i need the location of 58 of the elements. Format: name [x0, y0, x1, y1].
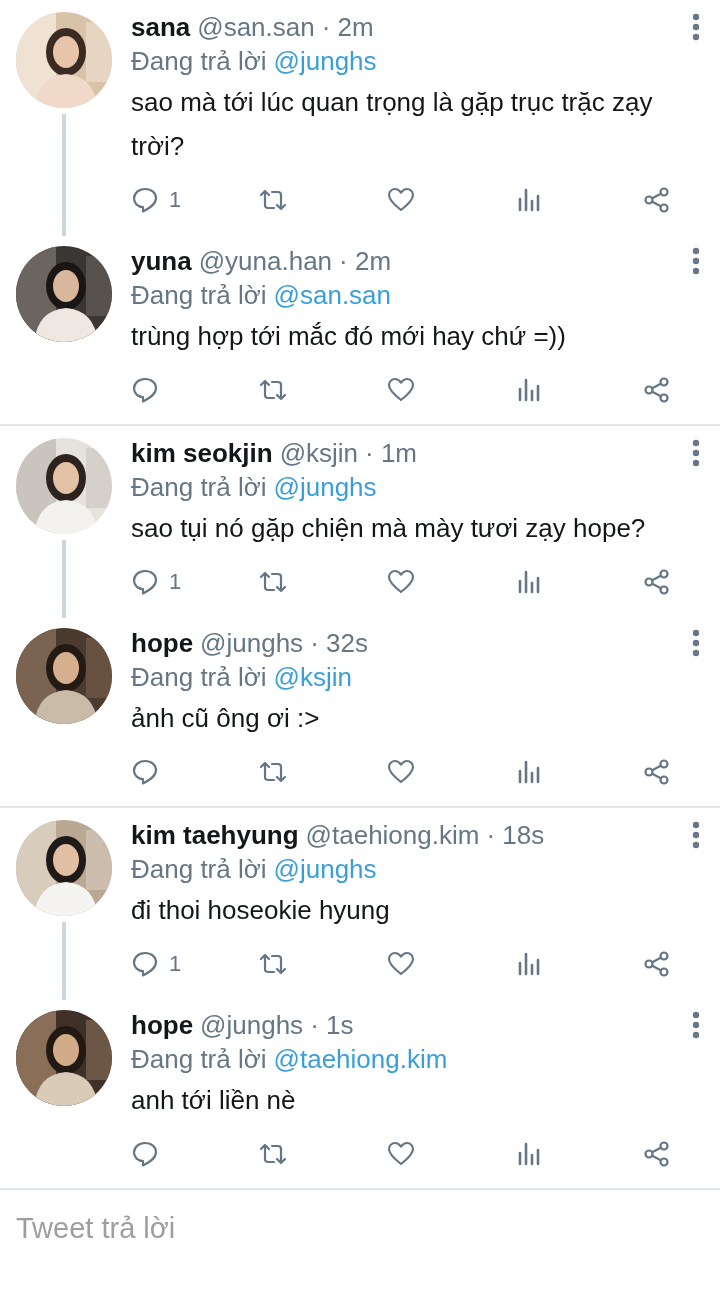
user-handle: @san.san	[197, 11, 315, 43]
share-icon[interactable]	[643, 376, 671, 404]
reply-count: 1	[169, 569, 182, 595]
user-name[interactable]: sana	[131, 11, 191, 43]
replying-to-label: Đang trả lời	[131, 1043, 267, 1075]
reply-icon[interactable]	[131, 186, 159, 214]
share-icon[interactable]	[643, 758, 671, 786]
replying-to-label: Đang trả lời	[131, 471, 267, 503]
replying-to-label: Đang trả lời	[131, 45, 267, 77]
user-handle: @junghs	[200, 1009, 304, 1041]
timestamp: · 18s	[486, 819, 545, 851]
tweet-text: anh tới liền nè	[131, 1084, 297, 1117]
share-icon[interactable]	[643, 568, 671, 596]
tweet-text: ảnh cũ ông ơi :>	[131, 702, 321, 735]
replying-to-label: Đang trả lời	[131, 853, 267, 885]
tweet-text: trùng hợp tới mắc đó mới hay chứ =))	[131, 320, 567, 353]
more-icon[interactable]	[692, 13, 700, 41]
timestamp: · 2m	[339, 245, 392, 277]
user-handle: @taehiong.kim	[305, 819, 480, 851]
more-icon[interactable]	[692, 1011, 700, 1039]
user-name[interactable]: hope	[131, 1009, 194, 1041]
reply-icon[interactable]	[131, 568, 159, 596]
user-name[interactable]: hope	[131, 627, 194, 659]
tweet-text: đi thoi hoseokie hyung	[131, 894, 391, 927]
reply-count: 1	[169, 187, 182, 213]
heart-icon[interactable]	[387, 758, 415, 786]
replying-to-label: Đang trả lời	[131, 661, 267, 693]
heart-icon[interactable]	[387, 1140, 415, 1168]
timestamp: · 1s	[310, 1009, 354, 1041]
timestamp: · 32s	[310, 627, 368, 659]
user-handle: @ksjin	[279, 437, 359, 469]
more-icon[interactable]	[692, 629, 700, 657]
tweet-text: sao mà tới lúc quan trọng là gặp trục trặc zạy trời?	[131, 86, 654, 163]
heart-icon[interactable]	[387, 568, 415, 596]
heart-icon[interactable]	[387, 186, 415, 214]
more-icon[interactable]	[692, 821, 700, 849]
reply-field[interactable]: Tweet trả lời	[16, 1212, 704, 1245]
user-name[interactable]: kim taehyung	[131, 819, 299, 851]
reply-icon[interactable]	[131, 950, 159, 978]
heart-icon[interactable]	[387, 950, 415, 978]
reply-icon[interactable]	[131, 376, 159, 404]
tweet-text: sao tụi nó gặp chiện mà mày tươi zạy hope?	[131, 512, 647, 545]
user-name[interactable]: yuna	[131, 245, 192, 277]
user-name[interactable]: kim seokjin	[131, 437, 273, 469]
replying-to-label: Đang trả lời	[131, 279, 267, 311]
reply-icon[interactable]	[131, 1140, 159, 1168]
reply-icon[interactable]	[131, 758, 159, 786]
more-icon[interactable]	[692, 439, 700, 467]
user-handle: @junghs	[200, 627, 304, 659]
share-icon[interactable]	[643, 1140, 671, 1168]
share-icon[interactable]	[643, 186, 671, 214]
share-icon[interactable]	[643, 950, 671, 978]
timestamp: · 1m	[365, 437, 418, 469]
reply-count: 1	[169, 951, 182, 977]
user-handle: @yuna.han	[198, 245, 333, 277]
more-icon[interactable]	[692, 247, 700, 275]
heart-icon[interactable]	[387, 376, 415, 404]
timestamp: · 2m	[321, 11, 374, 43]
